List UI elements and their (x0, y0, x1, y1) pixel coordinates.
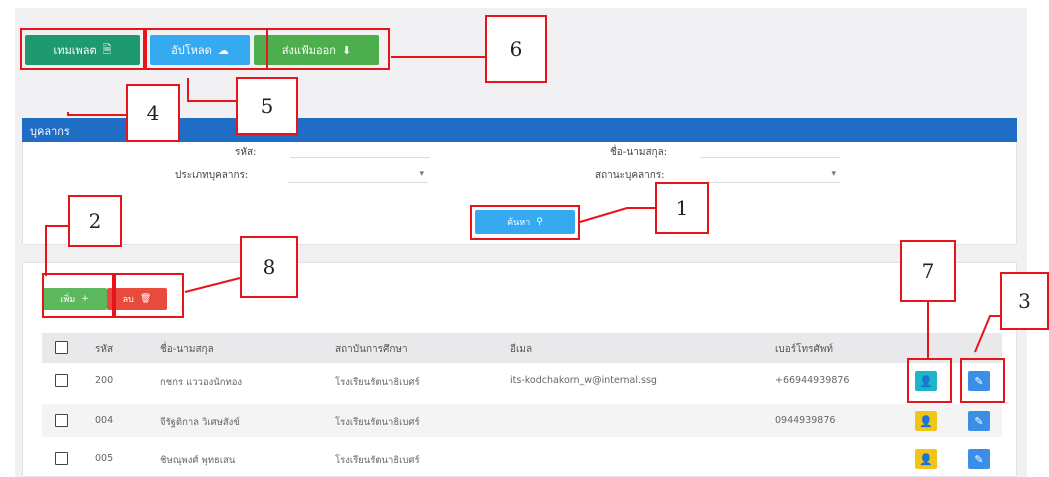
annotation-number: 4 (126, 84, 180, 142)
annotation-number: 1 (655, 182, 709, 234)
highlight-edit (960, 358, 1005, 403)
annotation-number: 6 (485, 15, 547, 83)
annotation-number: 3 (1000, 272, 1049, 330)
highlight-template (20, 28, 145, 70)
annotation-number: 7 (900, 240, 956, 302)
highlight-export (266, 28, 390, 70)
highlight-delete (114, 273, 184, 318)
annotation-number: 2 (68, 195, 122, 247)
highlight-assign (907, 358, 952, 403)
highlight-search (470, 205, 580, 240)
annotation-number: 5 (236, 77, 298, 135)
highlight-upload (145, 28, 268, 70)
highlight-add (42, 273, 114, 318)
annotation-number: 8 (240, 236, 298, 298)
